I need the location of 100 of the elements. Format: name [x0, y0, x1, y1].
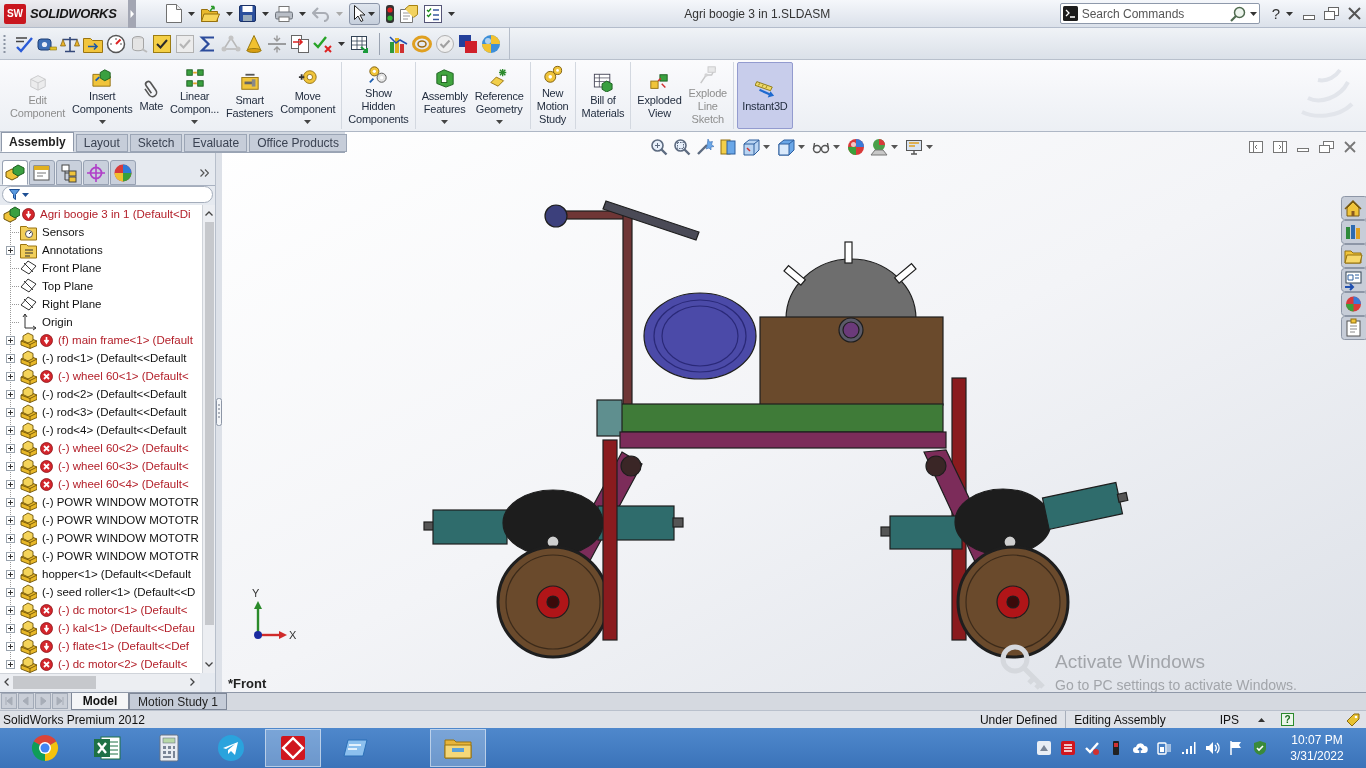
- plus-box-icon[interactable]: [6, 569, 15, 579]
- caret-down-icon[interactable]: [798, 145, 805, 149]
- tab[interactable]: Sketch: [129, 134, 183, 152]
- tile-left-icon[interactable]: [1249, 141, 1263, 153]
- command-button[interactable]: Assembly Features: [418, 62, 471, 129]
- plus-box-icon[interactable]: [6, 443, 15, 453]
- plus-box-icon[interactable]: [6, 515, 15, 525]
- help-button[interactable]: ?: [1281, 713, 1294, 726]
- caret-down-icon[interactable]: [926, 145, 933, 149]
- scroll-right-icon[interactable]: [190, 678, 195, 686]
- tree-item[interactable]: (-) POWR WINDOW MOTOTR: [42, 529, 199, 547]
- tree-item[interactable]: Sensors: [42, 223, 85, 241]
- scroll-down-icon[interactable]: [205, 662, 213, 667]
- tree-item[interactable]: (-) rod<1> (Default<<Default: [42, 349, 187, 367]
- tree-item[interactable]: (-) wheel 60<4> (Default<: [58, 475, 189, 493]
- plus-box-icon[interactable]: [6, 623, 15, 633]
- tree-item[interactable]: (-) dc motor<1> (Default<: [58, 601, 188, 619]
- pointer-icon[interactable]: [354, 5, 365, 22]
- traffic-light-icon[interactable]: [386, 4, 394, 23]
- minimize-icon[interactable]: [1303, 15, 1315, 20]
- shaded-cube-icon[interactable]: [777, 138, 795, 156]
- wand-icon[interactable]: [696, 138, 714, 156]
- tree-item[interactable]: (f) main frame<1> (Default: [58, 331, 193, 349]
- clock-date[interactable]: 3/31/2022: [1290, 748, 1344, 764]
- scroll-up-icon[interactable]: [205, 211, 213, 216]
- command-button[interactable]: Reference Geometry: [471, 62, 527, 129]
- close-icon[interactable]: [1348, 7, 1361, 20]
- panel-tab[interactable]: [29, 160, 55, 185]
- caret-down-icon[interactable]: [304, 119, 312, 124]
- tree-item[interactable]: Front Plane: [42, 259, 102, 277]
- command-button[interactable]: Linear Compon...: [167, 62, 223, 129]
- monitor-icon[interactable]: [905, 138, 923, 156]
- overlapping-squares-icon[interactable]: [458, 33, 478, 54]
- plus-box-icon[interactable]: [6, 659, 15, 669]
- shield-check-icon[interactable]: [1252, 740, 1268, 756]
- command-button[interactable]: Move Component: [277, 62, 339, 129]
- tree-item[interactable]: (-) POWR WINDOW MOTOTR: [42, 547, 199, 565]
- tree-item[interactable]: Agri boogie 3 in 1 (Default<Di: [40, 205, 191, 223]
- scroll-left-icon[interactable]: [4, 678, 9, 686]
- tree-item[interactable]: Top Plane: [42, 277, 94, 295]
- tree-item[interactable]: Annotations: [42, 241, 103, 259]
- signal-bars-icon[interactable]: [1180, 740, 1196, 756]
- command-button[interactable]: Show Hidden Components: [345, 62, 412, 129]
- tree-item[interactable]: (-) wheel 60<1> (Default<: [58, 367, 189, 385]
- tree-item[interactable]: (-) wheel 60<3> (Default<: [58, 457, 189, 475]
- home-icon[interactable]: [1341, 196, 1366, 220]
- tree-item[interactable]: (-) kal<1> (Default<<Defau: [58, 619, 195, 637]
- table-arrow-icon[interactable]: [350, 33, 370, 54]
- restore-icon[interactable]: [1319, 141, 1334, 153]
- caret-up-icon[interactable]: [1258, 717, 1265, 722]
- printer-icon[interactable]: [275, 5, 293, 22]
- panel-tab[interactable]: [56, 160, 82, 185]
- plus-box-icon[interactable]: [6, 245, 15, 255]
- file-options-icon[interactable]: [400, 4, 418, 23]
- plus-box-icon[interactable]: [6, 425, 15, 435]
- plus-box-icon[interactable]: [6, 533, 15, 543]
- tree-item[interactable]: (-) rod<2> (Default<<Default: [42, 385, 187, 403]
- tab[interactable]: Motion Study 1: [129, 693, 228, 710]
- tree-item[interactable]: (-) rod<3> (Default<<Default: [42, 403, 187, 421]
- books-icon[interactable]: [1341, 220, 1366, 244]
- plus-box-icon[interactable]: [6, 641, 15, 651]
- command-button[interactable]: Instant3D: [736, 62, 793, 129]
- tree-item[interactable]: (-) seed roller<1> (Default<<D: [42, 583, 196, 601]
- zoom-area-icon[interactable]: [673, 138, 691, 156]
- tree-item[interactable]: (-) POWR WINDOW MOTOTR: [42, 493, 199, 511]
- tree-item[interactable]: (-) wheel 60<2> (Default<: [58, 439, 189, 457]
- caret-down-icon[interactable]: [226, 11, 233, 16]
- plus-box-icon[interactable]: [6, 371, 15, 381]
- tree-item[interactable]: (-) POWR WINDOW MOTOTR: [42, 511, 199, 529]
- tag-icon[interactable]: [1346, 712, 1360, 727]
- caret-down-icon[interactable]: [188, 11, 195, 16]
- tree-item[interactable]: (-) dc motor<2> (Default<: [58, 655, 188, 673]
- plus-box-icon[interactable]: [6, 389, 15, 399]
- caret-down-icon[interactable]: [1249, 11, 1257, 16]
- tab[interactable]: Model: [71, 693, 129, 710]
- caret-down-icon[interactable]: [441, 119, 449, 124]
- panel-tab[interactable]: [83, 160, 109, 185]
- ring-icon[interactable]: [412, 33, 432, 54]
- horizontal-scrollbar[interactable]: [0, 673, 200, 690]
- panel-tab[interactable]: [2, 160, 28, 185]
- check-badge-icon[interactable]: [1084, 740, 1100, 756]
- checkbox-icon[interactable]: [152, 33, 172, 54]
- appearance-ball-icon[interactable]: [847, 138, 865, 156]
- documents-arrow-icon[interactable]: [290, 33, 310, 54]
- caret-down-icon[interactable]: [299, 11, 306, 16]
- command-button[interactable]: Insert Components: [69, 62, 136, 129]
- caret-down-icon[interactable]: [495, 119, 503, 124]
- plus-box-icon[interactable]: [6, 605, 15, 615]
- select-button[interactable]: [349, 2, 380, 25]
- tab[interactable]: Evaluate: [184, 134, 248, 152]
- scrollbar-thumb[interactable]: [204, 222, 214, 625]
- vertical-scrollbar[interactable]: [202, 205, 215, 673]
- section-view-icon[interactable]: [719, 138, 737, 156]
- command-button[interactable]: Bill of Materials: [578, 62, 628, 129]
- view-palette-icon[interactable]: [1341, 268, 1366, 292]
- minimize-icon[interactable]: [1297, 148, 1309, 152]
- tab[interactable]: Assembly: [1, 132, 74, 152]
- tree-item[interactable]: (-) flate<1> (Default<<Def: [58, 637, 190, 655]
- speaker-icon[interactable]: [1204, 740, 1220, 756]
- plus-box-icon[interactable]: [6, 353, 15, 363]
